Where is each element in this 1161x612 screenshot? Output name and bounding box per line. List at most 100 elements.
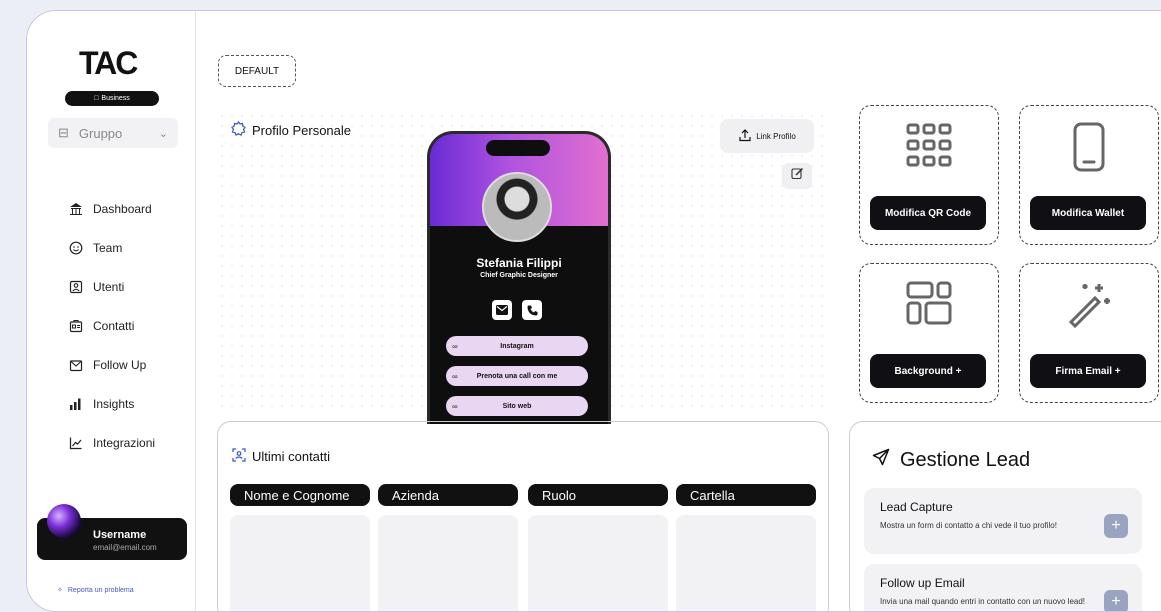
group-select[interactable]: ⊟ Gruppo ⌄ (48, 118, 178, 148)
profile-link-call[interactable]: ∞ Prenota una call con me (446, 366, 588, 386)
logo: TAC (79, 45, 138, 81)
profile-title-label: Profilo Personale (252, 122, 351, 138)
column-body (676, 515, 816, 611)
default-button[interactable]: DEFAULT (218, 55, 296, 87)
sidebar-item-label: Insights (93, 396, 135, 411)
lead-card-description: Mostra un form di contatto a chi vede il… (880, 521, 1057, 530)
avatar (47, 504, 81, 538)
email-signature-button[interactable]: Firma Email + (1030, 354, 1146, 388)
column-body (230, 515, 370, 611)
recent-contacts-panel: Ultimi contatti Nome e Cognome Azienda R… (217, 421, 829, 611)
add-lead-capture-button[interactable]: + (1104, 514, 1128, 538)
sidebar-item-label: Integrazioni (93, 435, 156, 450)
link-icon: ∞ (452, 341, 458, 351)
background-button[interactable]: Background + (870, 354, 986, 388)
profile-photo (482, 172, 552, 242)
chevron-down-icon: ⌄ (158, 127, 168, 140)
magic-wand-icon (1020, 280, 1158, 328)
contacts-icon (69, 319, 83, 333)
bars-icon (69, 397, 83, 411)
phone-icon[interactable] (522, 300, 542, 320)
lead-card-title: Follow up Email (880, 576, 965, 590)
sidebar-item-label: Contatti (93, 318, 135, 333)
scan-user-icon (232, 448, 246, 465)
mail-icon[interactable] (492, 300, 512, 320)
business-badge-label: Business (101, 95, 130, 102)
profile-contact-icons (492, 300, 542, 320)
upload-icon (738, 128, 752, 144)
column-body (378, 515, 518, 611)
edit-button[interactable] (782, 163, 812, 189)
sidebar-item-insights[interactable]: Insights (69, 384, 155, 423)
profile-link-label: Sito web (502, 402, 532, 410)
mobile-icon (1020, 122, 1158, 174)
group-select-label: Gruppo (78, 125, 123, 141)
lead-capture-card: Lead Capture Mostra un form di contatto … (864, 488, 1142, 554)
lead-card-title: Lead Capture (880, 500, 953, 514)
link-icon: ∞ (452, 401, 458, 411)
sidebar-item-team[interactable]: Team (69, 228, 155, 267)
sidebar-item-label: Dashboard (93, 201, 152, 216)
tile-background: Background + (859, 263, 999, 403)
link-profile-label: Link Profilo (756, 131, 796, 141)
pencil-icon (790, 167, 804, 185)
tile-qr-code: Modifica QR Code (859, 105, 999, 245)
smiley-icon (69, 241, 83, 255)
profile-link-label: Prenota una call con me (476, 372, 558, 380)
sidebar-item-dashboard[interactable]: Dashboard (69, 189, 155, 228)
user-card-icon (69, 280, 83, 294)
edit-qr-code-button[interactable]: Modifica QR Code (870, 196, 986, 230)
sidebar-item-label: Utenti (93, 279, 125, 294)
layout-icon (860, 280, 998, 328)
recent-contacts-title: Ultimi contatti (232, 448, 330, 465)
username: Username (93, 529, 147, 541)
qr-grid-icon (860, 122, 998, 170)
user-card[interactable]: Username email@email.com (37, 504, 187, 560)
phone-preview: Stefania Filippi Chief Graphic Designer … (427, 131, 611, 424)
sidebar-item-integrazioni[interactable]: Integrazioni (69, 423, 155, 462)
column-body (528, 515, 668, 611)
briefcase-icon: □ (94, 95, 99, 102)
bug-icon: ✧ (57, 587, 63, 594)
profile-link-website[interactable]: ∞ Sito web (446, 396, 588, 416)
phone-notch (486, 140, 550, 156)
lead-card-description: Invia una mail quando entri in contatto … (880, 597, 1086, 606)
bank-icon (69, 202, 83, 216)
chart-icon (69, 436, 83, 450)
send-icon (872, 448, 890, 472)
sidebar-nav: Dashboard Team Utenti Contatti Follow Up… (69, 189, 155, 462)
profile-name: Stefania Filippi (476, 256, 562, 270)
lead-management-title: Gestione Lead (872, 448, 1030, 472)
sidebar-item-label: Follow Up (93, 357, 147, 372)
follow-up-email-card: Follow up Email Invia una mail quando en… (864, 564, 1142, 611)
report-problem-label: Reporta un problema (67, 586, 134, 594)
profile-section-title: Profilo Personale (231, 121, 351, 139)
app-frame: TAC □ Business ⊟ Gruppo ⌄ Dashboard Team (26, 10, 1161, 612)
sidebar-item-contatti[interactable]: Contatti (69, 306, 155, 345)
badge-icon (231, 121, 246, 139)
profile-link-label: Instagram (500, 342, 534, 350)
user-email: email@email.com (93, 543, 157, 552)
link-profile-button[interactable]: Link Profilo (720, 119, 814, 153)
column-header-company[interactable]: Azienda (378, 484, 518, 506)
tile-wallet: Modifica Wallet (1019, 105, 1159, 245)
follow-up-icon (69, 358, 83, 372)
recent-contacts-label: Ultimi contatti (252, 449, 331, 464)
sidebar: TAC □ Business ⊟ Gruppo ⌄ Dashboard Team (27, 11, 196, 611)
add-follow-up-email-button[interactable]: + (1104, 590, 1128, 611)
profile-link-instagram[interactable]: ∞ Instagram (446, 336, 588, 356)
sidebar-item-follow-up[interactable]: Follow Up (69, 345, 155, 384)
profile-job-title: Chief Graphic Designer (480, 272, 558, 279)
group-icon: ⊟ (58, 125, 69, 140)
sidebar-item-label: Team (93, 240, 123, 255)
sidebar-item-utenti[interactable]: Utenti (69, 267, 155, 306)
report-problem-link[interactable]: ✧ Reporta un problema (57, 586, 134, 595)
link-icon: ∞ (452, 371, 458, 381)
column-header-role[interactable]: Ruolo (528, 484, 668, 506)
column-header-name[interactable]: Nome e Cognome (230, 484, 370, 506)
lead-management-label: Gestione Lead (900, 448, 1031, 471)
edit-wallet-button[interactable]: Modifica Wallet (1030, 196, 1146, 230)
business-badge: □ Business (65, 91, 159, 106)
tile-email-signature: Firma Email + (1019, 263, 1159, 403)
column-header-folder[interactable]: Cartella (676, 484, 816, 506)
